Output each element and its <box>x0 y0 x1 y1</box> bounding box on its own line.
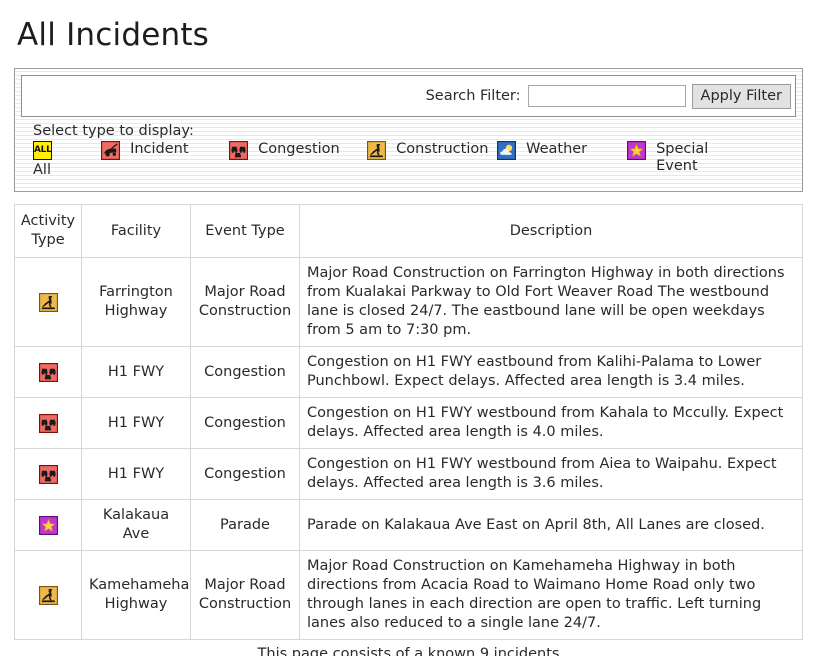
search-filter-row: Search Filter: Apply Filter <box>21 75 796 118</box>
table-header-row: Activity Type Facility Event Type Descri… <box>14 204 803 259</box>
congestion-cars-icon-wrap <box>229 141 248 161</box>
type-filter-construction[interactable]: Construction <box>367 141 489 161</box>
footer-note: This page consists of a known 9 incident… <box>257 646 560 656</box>
all-icon: ALL <box>33 141 52 161</box>
cell-description: Major Road Construction on Farrington Hi… <box>299 257 803 348</box>
type-filter-construction-label: Construction <box>396 141 489 158</box>
special-event-star-icon <box>38 515 58 535</box>
cell-description: Major Road Construction on Kamehameha Hi… <box>299 550 803 641</box>
cell-event-type: Major Road Construction <box>190 257 300 348</box>
type-filter-special-event[interactable]: Special Event <box>627 141 747 175</box>
cell-description: Congestion on H1 FWY eastbound from Kali… <box>299 346 803 399</box>
select-type-label: Select type to display: <box>33 123 194 140</box>
table-row: Farrington Highway Major Road Constructi… <box>14 257 803 348</box>
cell-event-type: Major Road Construction <box>190 550 300 641</box>
cell-facility: H1 FWY <box>81 346 191 399</box>
weather-sun-cloud-icon <box>497 141 516 161</box>
apply-filter-button[interactable]: Apply Filter <box>691 83 791 109</box>
search-input[interactable] <box>527 85 686 108</box>
congestion-cars-icon <box>229 141 248 161</box>
cell-facility: Kamehameha Highway <box>81 550 191 641</box>
type-filter-list: ALL All Incident Congestion Construction… <box>15 141 802 185</box>
cell-description: Parade on Kalakaua Ave East on April 8th… <box>299 499 803 552</box>
special-event-star-icon-wrap <box>627 141 646 161</box>
type-filter-all[interactable]: ALL All <box>33 141 103 179</box>
cell-activity-type <box>14 257 82 348</box>
congestion-cars-icon <box>38 464 58 484</box>
cell-activity-type <box>14 397 82 450</box>
special-event-star-icon <box>627 141 646 161</box>
type-filter-all-label: All <box>33 162 51 179</box>
column-header-event-type: Event Type <box>190 204 300 259</box>
incidents-table-head: Activity Type Facility Event Type Descri… <box>14 204 803 259</box>
cell-facility: Farrington Highway <box>81 257 191 348</box>
cell-facility: H1 FWY <box>81 397 191 450</box>
construction-worker-icon <box>38 585 58 605</box>
type-filter-congestion[interactable]: Congestion <box>229 141 349 161</box>
filter-panel: Search Filter: Apply Filter Select type … <box>14 68 803 193</box>
type-filter-weather-label: Weather <box>526 141 588 158</box>
cell-event-type: Congestion <box>190 346 300 399</box>
column-header-description: Description <box>299 204 803 259</box>
column-header-activity-type: Activity Type <box>14 204 82 259</box>
table-row: H1 FWY Congestion Congestion on H1 FWY e… <box>14 346 803 399</box>
construction-worker-icon-wrap <box>367 141 386 161</box>
cell-event-type: Congestion <box>190 448 300 501</box>
cell-event-type: Parade <box>190 499 300 552</box>
incidents-table-body: Farrington Highway Major Road Constructi… <box>14 257 803 641</box>
table-row: Kalakaua Ave Parade Parade on Kalakaua A… <box>14 499 803 552</box>
table-row: H1 FWY Congestion Congestion on H1 FWY w… <box>14 397 803 450</box>
incident-car-icon-wrap <box>101 141 120 161</box>
all-incidents-page: All Incidents Search Filter: Apply Filte… <box>0 0 817 656</box>
column-header-facility: Facility <box>81 204 191 259</box>
cell-activity-type <box>14 499 82 552</box>
type-filter-congestion-label: Congestion <box>258 141 340 158</box>
cell-event-type: Congestion <box>190 397 300 450</box>
cell-activity-type <box>14 550 82 641</box>
type-filter-weather[interactable]: Weather <box>497 141 617 161</box>
congestion-cars-icon <box>38 413 58 433</box>
cell-facility: Kalakaua Ave <box>81 499 191 552</box>
all-icon-wrap: ALL <box>33 141 52 161</box>
construction-worker-icon <box>367 141 386 161</box>
cell-description: Congestion on H1 FWY westbound from Aiea… <box>299 448 803 501</box>
incidents-table: Activity Type Facility Event Type Descri… <box>14 204 803 641</box>
type-filter-special-event-label: Special Event <box>656 141 709 175</box>
incident-car-icon <box>101 141 120 161</box>
cell-activity-type <box>14 346 82 399</box>
type-filter-incident[interactable]: Incident <box>101 141 221 161</box>
type-filter-incident-label: Incident <box>130 141 189 158</box>
search-filter-label: Search Filter: <box>425 88 521 105</box>
page-title: All Incidents <box>17 17 210 53</box>
table-row: Kamehameha Highway Major Road Constructi… <box>14 550 803 641</box>
congestion-cars-icon <box>38 362 58 382</box>
cell-activity-type <box>14 448 82 501</box>
cell-facility: H1 FWY <box>81 448 191 501</box>
cell-description: Congestion on H1 FWY westbound from Kaha… <box>299 397 803 450</box>
construction-worker-icon <box>38 292 58 312</box>
weather-sun-cloud-icon-wrap <box>497 141 516 161</box>
table-row: H1 FWY Congestion Congestion on H1 FWY w… <box>14 448 803 501</box>
